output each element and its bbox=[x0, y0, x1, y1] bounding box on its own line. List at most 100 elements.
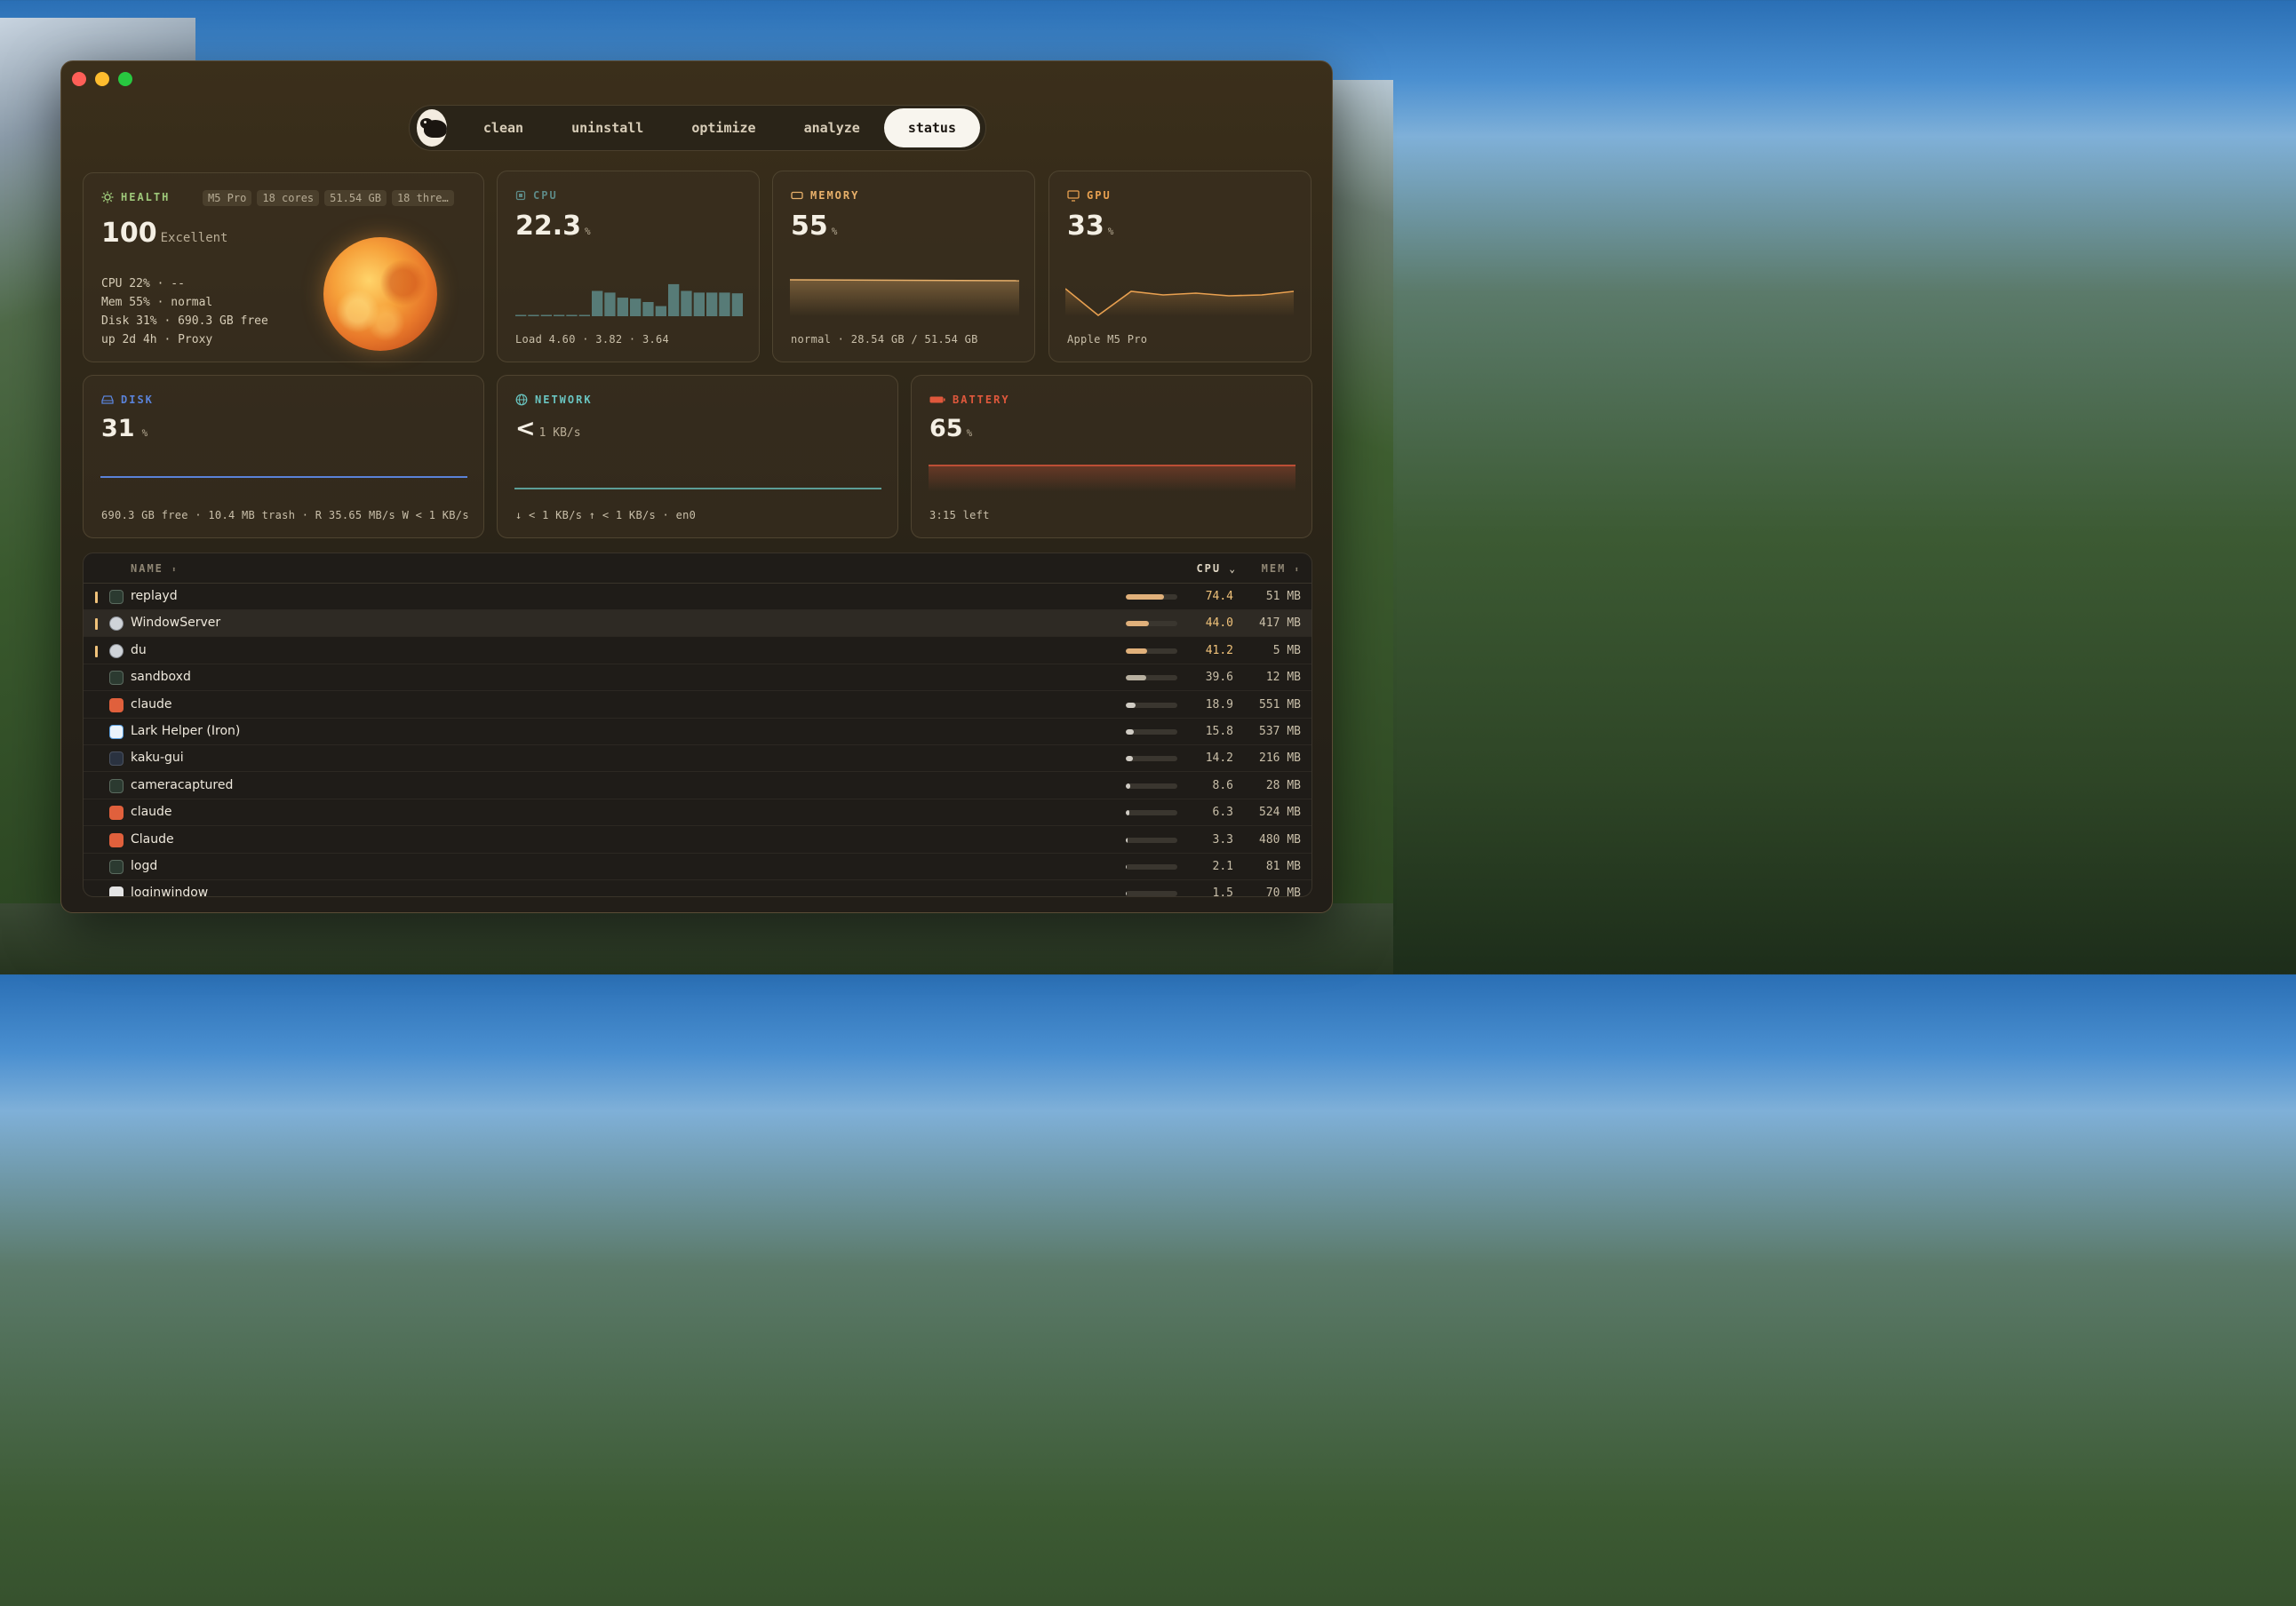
cpu-usage-unit: % bbox=[585, 226, 591, 237]
network-rate-value: < bbox=[515, 415, 536, 442]
column-mem-label: MEM bbox=[1261, 562, 1287, 575]
table-row[interactable]: kaku-gui 14.2 216 MB bbox=[84, 745, 1311, 773]
process-name: Claude bbox=[131, 831, 174, 847]
memory-history-chart bbox=[790, 279, 1019, 316]
column-cpu[interactable]: CPU ⌄ bbox=[1196, 562, 1237, 575]
terminal-icon bbox=[109, 590, 124, 604]
table-row[interactable]: claude 6.3 524 MB bbox=[84, 799, 1311, 827]
disk-title: DISK bbox=[101, 394, 154, 406]
cpu-bar-fill bbox=[1126, 729, 1135, 735]
process-name: WindowServer bbox=[131, 616, 221, 631]
table-row[interactable]: sandboxd 39.6 12 MB bbox=[84, 664, 1311, 692]
process-cpu: 15.8 bbox=[1205, 725, 1233, 738]
mole-logo-icon[interactable] bbox=[417, 109, 447, 147]
table-row[interactable]: loginwindow 1.5 70 MB bbox=[84, 880, 1311, 897]
chevron-down-icon: ⌄ bbox=[1229, 563, 1237, 575]
process-mem: 70 MB bbox=[1265, 886, 1301, 897]
tab-optimize[interactable]: optimize bbox=[667, 108, 779, 147]
battery-level: 65% bbox=[929, 415, 972, 442]
battery-remaining: 3:15 left bbox=[929, 509, 990, 521]
cpu-history-bar bbox=[681, 290, 692, 316]
cpu-bar bbox=[1126, 783, 1177, 789]
battery-history-chart bbox=[929, 465, 1295, 491]
table-row[interactable]: WindowServer 44.0 417 MB bbox=[84, 610, 1311, 638]
table-row[interactable]: Lark Helper (Iron) 15.8 537 MB bbox=[84, 719, 1311, 745]
battery-level-value: 65 bbox=[929, 415, 963, 442]
process-table: NAME ⬍ CPU ⌄ MEM ⬍ replayd 74.4 51 MB Windo… bbox=[83, 553, 1312, 897]
cpu-bar-fill bbox=[1126, 891, 1128, 896]
process-cpu: 8.6 bbox=[1212, 778, 1233, 792]
gpu-usage: 33% bbox=[1067, 211, 1113, 242]
gpu-history-chart bbox=[1065, 288, 1295, 316]
table-row[interactable]: claude 18.9 551 MB bbox=[84, 692, 1311, 719]
process-mem: 28 MB bbox=[1265, 778, 1301, 792]
high-cpu-marker bbox=[95, 592, 98, 603]
gpu-card: GPU 33% Apple M5 Pro bbox=[1048, 171, 1311, 362]
cpu-bar-fill bbox=[1126, 675, 1146, 681]
process-cpu: 39.6 bbox=[1205, 671, 1233, 685]
health-line-uptime: up 2d 4h · Proxy bbox=[101, 333, 213, 346]
table-row[interactable]: Claude 3.3 480 MB bbox=[84, 827, 1311, 854]
process-mem: 537 MB bbox=[1259, 725, 1301, 738]
network-card: NETWORK <1 KB/s ↓ < 1 KB/s ↑ < 1 KB/s · … bbox=[497, 375, 898, 538]
table-row[interactable]: logd 2.1 81 MB bbox=[84, 854, 1311, 880]
gpu-usage-unit: % bbox=[1107, 226, 1114, 237]
cpu-history-bar bbox=[566, 314, 578, 316]
cpu-history-bar bbox=[540, 314, 552, 316]
process-cpu: 18.9 bbox=[1205, 697, 1233, 712]
memory-usage: 55% bbox=[791, 211, 837, 242]
tab-clean[interactable]: clean bbox=[459, 108, 547, 147]
cpu-history-bar bbox=[719, 292, 730, 316]
minimize-button[interactable] bbox=[95, 72, 109, 86]
health-sun-icon bbox=[323, 237, 437, 351]
process-mem: 216 MB bbox=[1259, 751, 1301, 766]
disk-title-label: DISK bbox=[121, 394, 154, 406]
process-mem: 5 MB bbox=[1272, 643, 1301, 657]
health-title: HEALTH bbox=[101, 191, 170, 203]
memory-title: MEMORY bbox=[791, 189, 859, 202]
column-cpu-label: CPU bbox=[1196, 562, 1222, 575]
cpu-card: CPU 22.3% Load 4.60 · 3.82 · 3.64 bbox=[497, 171, 760, 362]
cpu-bar bbox=[1126, 648, 1177, 654]
memory-usage-unit: % bbox=[831, 226, 838, 237]
process-mem: 480 MB bbox=[1259, 832, 1301, 847]
cpu-bar bbox=[1126, 756, 1177, 762]
cpu-bar-fill bbox=[1126, 648, 1147, 654]
cpu-history-bar bbox=[592, 290, 603, 316]
process-cpu: 74.4 bbox=[1205, 590, 1233, 603]
table-row[interactable]: du 41.2 5 MB bbox=[84, 638, 1311, 664]
monitor-icon bbox=[1067, 189, 1080, 202]
column-mem[interactable]: MEM ⬍ bbox=[1262, 562, 1301, 575]
close-button[interactable] bbox=[72, 72, 86, 86]
zoom-button[interactable] bbox=[118, 72, 132, 86]
memory-detail: normal · 28.54 GB / 51.54 GB bbox=[791, 333, 978, 346]
table-row[interactable]: cameracaptured 8.6 28 MB bbox=[84, 773, 1311, 799]
drive-icon bbox=[101, 395, 114, 404]
tab-uninstall[interactable]: uninstall bbox=[547, 108, 667, 147]
cpu-bar bbox=[1126, 729, 1177, 735]
process-mem: 12 MB bbox=[1265, 671, 1301, 685]
tab-status[interactable]: status bbox=[883, 108, 980, 147]
cpu-bar-fill bbox=[1126, 783, 1130, 789]
network-history-chart bbox=[514, 488, 881, 489]
tab-analyze[interactable]: analyze bbox=[780, 108, 884, 147]
memory-usage-value: 55 bbox=[791, 211, 828, 242]
gpu-title: GPU bbox=[1067, 189, 1112, 202]
chip-cores: 18 cores bbox=[257, 190, 320, 206]
health-score: 100 Excellent bbox=[101, 218, 227, 249]
process-cpu: 41.2 bbox=[1205, 643, 1233, 657]
disk-history-chart bbox=[100, 476, 467, 478]
column-name-label: NAME bbox=[131, 562, 163, 575]
shell-icon bbox=[109, 751, 124, 767]
cpu-history-bar bbox=[655, 306, 666, 316]
column-name[interactable]: NAME ⬍ bbox=[131, 562, 179, 575]
process-mem: 524 MB bbox=[1259, 806, 1301, 820]
cpu-bar-fill bbox=[1126, 756, 1134, 762]
disk-detail: 690.3 GB free · 10.4 MB trash · R 35.65 … bbox=[101, 509, 469, 521]
cpu-bar bbox=[1126, 891, 1177, 896]
table-row[interactable]: replayd 74.4 51 MB bbox=[84, 584, 1311, 610]
cpu-bar-fill bbox=[1126, 864, 1128, 870]
cpu-history-bar bbox=[604, 292, 616, 316]
process-name: logd bbox=[131, 859, 158, 873]
cpu-bar bbox=[1126, 810, 1177, 816]
